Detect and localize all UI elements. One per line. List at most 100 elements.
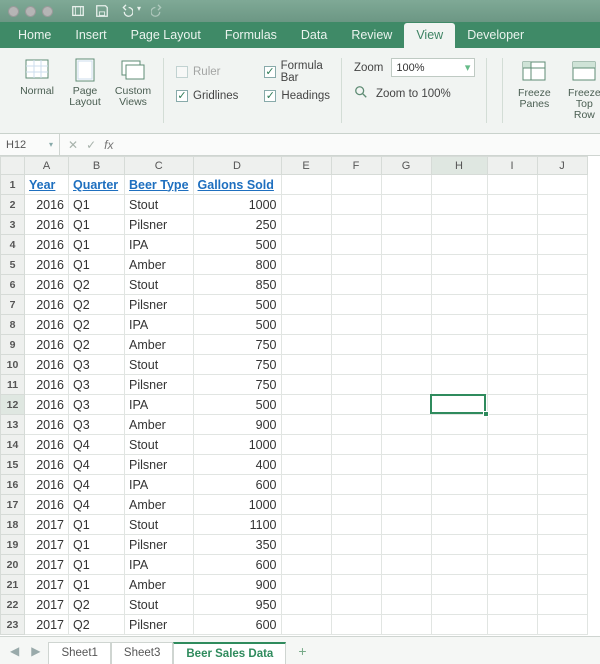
cell-H6[interactable] <box>431 275 487 295</box>
cell-H21[interactable] <box>431 575 487 595</box>
row-header-2[interactable]: 2 <box>1 195 25 215</box>
cell-E6[interactable] <box>281 275 331 295</box>
cell-B22[interactable]: Q2 <box>69 595 125 615</box>
cell-D15[interactable]: 400 <box>193 455 281 475</box>
page-layout-view-button[interactable]: PageLayout <box>62 54 108 110</box>
cell-J8[interactable] <box>537 315 587 335</box>
cell-E13[interactable] <box>281 415 331 435</box>
cell-J11[interactable] <box>537 375 587 395</box>
cell-J17[interactable] <box>537 495 587 515</box>
cell-I2[interactable] <box>487 195 537 215</box>
cell-B12[interactable]: Q3 <box>69 395 125 415</box>
cell-F7[interactable] <box>331 295 381 315</box>
cell-F21[interactable] <box>331 575 381 595</box>
cell-D16[interactable]: 600 <box>193 475 281 495</box>
cell-I12[interactable] <box>487 395 537 415</box>
cell-E7[interactable] <box>281 295 331 315</box>
cell-H11[interactable] <box>431 375 487 395</box>
cell-D7[interactable]: 500 <box>193 295 281 315</box>
cell-F13[interactable] <box>331 415 381 435</box>
row-header-22[interactable]: 22 <box>1 595 25 615</box>
cell-H23[interactable] <box>431 615 487 635</box>
cell-G23[interactable] <box>381 615 431 635</box>
cell-F22[interactable] <box>331 595 381 615</box>
cell-I7[interactable] <box>487 295 537 315</box>
cell-A18[interactable]: 2017 <box>25 515 69 535</box>
cell-C14[interactable]: Stout <box>125 435 194 455</box>
cell-G22[interactable] <box>381 595 431 615</box>
cell-B20[interactable]: Q1 <box>69 555 125 575</box>
cell-H19[interactable] <box>431 535 487 555</box>
cell-I6[interactable] <box>487 275 537 295</box>
save-icon[interactable] <box>95 4 109 18</box>
cell-J3[interactable] <box>537 215 587 235</box>
cell-J19[interactable] <box>537 535 587 555</box>
cell-H7[interactable] <box>431 295 487 315</box>
cell-I20[interactable] <box>487 555 537 575</box>
freeze-top-row-button[interactable]: FreezeTop Row <box>561 56 600 112</box>
cell-J21[interactable] <box>537 575 587 595</box>
cell-I17[interactable] <box>487 495 537 515</box>
cell-C23[interactable]: Pilsner <box>125 615 194 635</box>
cell-A9[interactable]: 2016 <box>25 335 69 355</box>
row-header-14[interactable]: 14 <box>1 435 25 455</box>
minimize-window-icon[interactable] <box>25 6 36 17</box>
zoom-to-100-button[interactable]: Zoom to 100% <box>354 85 475 102</box>
show-formula-bar-checkbox[interactable]: ✓Formula Bar <box>264 60 330 84</box>
cell-A14[interactable]: 2016 <box>25 435 69 455</box>
sheet-tab-sheet1[interactable]: Sheet1 <box>48 642 110 664</box>
cell-G6[interactable] <box>381 275 431 295</box>
row-header-10[interactable]: 10 <box>1 355 25 375</box>
cell-C11[interactable]: Pilsner <box>125 375 194 395</box>
cell-G15[interactable] <box>381 455 431 475</box>
cell-J15[interactable] <box>537 455 587 475</box>
cell-A1[interactable]: Year <box>25 175 69 195</box>
cell-I4[interactable] <box>487 235 537 255</box>
column-header-I[interactable]: I <box>487 157 537 175</box>
cell-D20[interactable]: 600 <box>193 555 281 575</box>
sheet-tab-sheet3[interactable]: Sheet3 <box>111 642 173 664</box>
cell-B21[interactable]: Q1 <box>69 575 125 595</box>
cell-A8[interactable]: 2016 <box>25 315 69 335</box>
cell-A20[interactable]: 2017 <box>25 555 69 575</box>
cell-B10[interactable]: Q3 <box>69 355 125 375</box>
cell-A12[interactable]: 2016 <box>25 395 69 415</box>
cell-I18[interactable] <box>487 515 537 535</box>
cell-D3[interactable]: 250 <box>193 215 281 235</box>
cell-B4[interactable]: Q1 <box>69 235 125 255</box>
cell-I16[interactable] <box>487 475 537 495</box>
cell-J4[interactable] <box>537 235 587 255</box>
cell-H17[interactable] <box>431 495 487 515</box>
cell-J2[interactable] <box>537 195 587 215</box>
row-header-19[interactable]: 19 <box>1 535 25 555</box>
row-header-9[interactable]: 9 <box>1 335 25 355</box>
cell-C21[interactable]: Amber <box>125 575 194 595</box>
show-headings-checkbox[interactable]: ✓Headings <box>264 90 330 102</box>
column-header-H[interactable]: H <box>431 157 487 175</box>
redo-icon[interactable] <box>151 4 165 18</box>
cell-H4[interactable] <box>431 235 487 255</box>
cell-E2[interactable] <box>281 195 331 215</box>
cell-D5[interactable]: 800 <box>193 255 281 275</box>
cell-B8[interactable]: Q2 <box>69 315 125 335</box>
cell-B19[interactable]: Q1 <box>69 535 125 555</box>
column-header-G[interactable]: G <box>381 157 431 175</box>
row-header-15[interactable]: 15 <box>1 455 25 475</box>
tab-insert[interactable]: Insert <box>63 23 118 48</box>
cell-F18[interactable] <box>331 515 381 535</box>
tab-page-layout[interactable]: Page Layout <box>119 23 213 48</box>
cell-H13[interactable] <box>431 415 487 435</box>
cell-H2[interactable] <box>431 195 487 215</box>
row-header-6[interactable]: 6 <box>1 275 25 295</box>
cell-D10[interactable]: 750 <box>193 355 281 375</box>
row-header-17[interactable]: 17 <box>1 495 25 515</box>
cell-C15[interactable]: Pilsner <box>125 455 194 475</box>
normal-view-button[interactable]: Normal <box>14 54 60 110</box>
cell-F4[interactable] <box>331 235 381 255</box>
cell-A22[interactable]: 2017 <box>25 595 69 615</box>
cell-J6[interactable] <box>537 275 587 295</box>
cell-C20[interactable]: IPA <box>125 555 194 575</box>
cell-F20[interactable] <box>331 555 381 575</box>
cell-E11[interactable] <box>281 375 331 395</box>
cell-D8[interactable]: 500 <box>193 315 281 335</box>
